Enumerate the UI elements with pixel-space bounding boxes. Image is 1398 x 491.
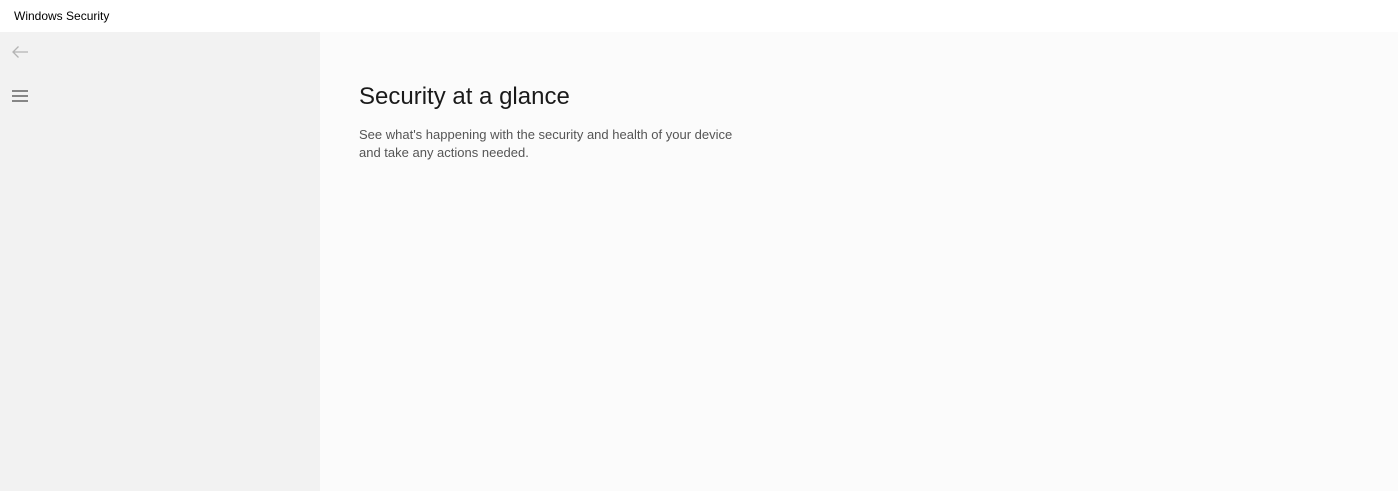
navigation-pane: [0, 32, 320, 491]
page-title: Security at a glance: [359, 83, 570, 110]
app-window: Windows Security Security at a glance Se…: [0, 0, 1398, 491]
window-title: Windows Security: [14, 9, 110, 23]
back-button[interactable]: [6, 38, 34, 66]
page-description: See what's happening with the security a…: [359, 127, 733, 160]
title-bar[interactable]: Windows Security: [0, 0, 1398, 32]
menu-button[interactable]: [6, 82, 34, 110]
back-arrow-icon: [12, 46, 28, 58]
main-content: Security at a glance See what's happenin…: [320, 32, 1398, 491]
hamburger-menu-icon: [12, 90, 28, 102]
